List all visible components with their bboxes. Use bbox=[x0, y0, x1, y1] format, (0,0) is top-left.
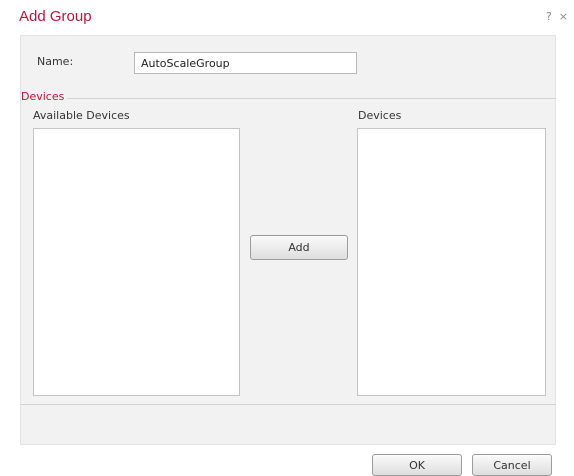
dialog-title: Add Group bbox=[19, 8, 92, 25]
title-bar-controls: ? × bbox=[546, 10, 568, 23]
devices-label: Devices bbox=[358, 109, 402, 122]
name-label: Name: bbox=[37, 55, 74, 68]
cancel-button[interactable]: Cancel bbox=[472, 454, 552, 476]
available-devices-list[interactable] bbox=[33, 128, 240, 396]
form-panel: Name: Devices Available Devices Add Devi… bbox=[20, 35, 556, 445]
ok-button[interactable]: OK bbox=[372, 454, 462, 476]
add-group-dialog: Add Group ? × Name: Devices Available De… bbox=[0, 0, 574, 476]
name-input[interactable] bbox=[134, 52, 357, 74]
available-devices-label: Available Devices bbox=[33, 109, 130, 122]
devices-legend: Devices bbox=[21, 90, 68, 103]
add-button[interactable]: Add bbox=[250, 235, 348, 260]
selected-devices-list[interactable] bbox=[357, 128, 546, 396]
help-icon[interactable]: ? bbox=[546, 10, 552, 23]
close-icon[interactable]: × bbox=[559, 10, 568, 23]
